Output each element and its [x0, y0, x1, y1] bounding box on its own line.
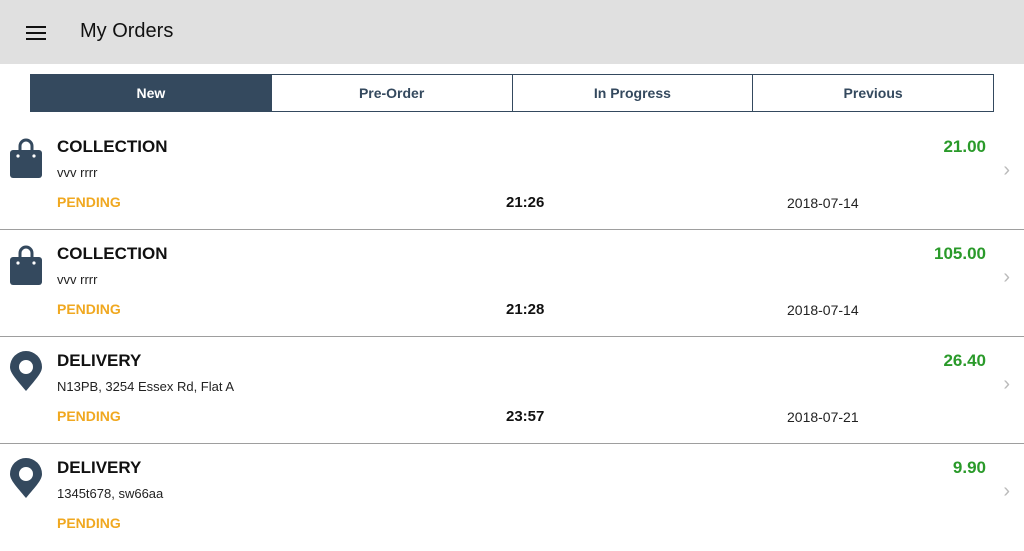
shopping-bag-icon: [10, 245, 42, 285]
order-date: 2018-07-21: [787, 409, 859, 425]
status-badge: PENDING: [57, 515, 121, 531]
order-address: vvv rrrr: [57, 165, 98, 180]
order-time: 23:57: [506, 408, 545, 425]
location-pin-icon: [10, 458, 42, 498]
order-type: COLLECTION: [57, 244, 168, 263]
order-date: 2018-07-14: [787, 302, 859, 318]
order-amount: 21.00: [943, 137, 986, 156]
order-address: 1345t678, sw66aa: [57, 486, 164, 501]
tab-pre-order[interactable]: Pre-Order: [270, 75, 512, 111]
order-address: N13PB, 3254 Essex Rd, Flat A: [57, 379, 235, 394]
menu-icon[interactable]: [26, 26, 46, 40]
chevron-right-icon: ›: [1003, 480, 1010, 502]
order-amount: 9.90: [952, 458, 986, 477]
chevron-right-icon: ›: [1003, 266, 1010, 288]
app-bar: My Orders: [0, 0, 1024, 64]
order-amount: 26.40: [943, 351, 986, 370]
chevron-right-icon: ›: [1003, 159, 1010, 181]
order-address: vvv rrrr: [57, 272, 98, 287]
tab-new[interactable]: New: [31, 75, 271, 111]
order-row[interactable]: COLLECTION vvv rrrr PENDING 21:26 2018-0…: [0, 123, 1024, 230]
page-title: My Orders: [80, 20, 174, 42]
order-row[interactable]: COLLECTION vvv rrrr PENDING 21:28 2018-0…: [0, 230, 1024, 337]
order-date: 2018-07-14: [787, 195, 859, 211]
order-type: COLLECTION: [57, 137, 168, 156]
shopping-bag-icon: [10, 138, 42, 178]
order-amount: 105.00: [934, 244, 986, 263]
status-badge: PENDING: [57, 408, 121, 424]
order-type: DELIVERY: [57, 458, 142, 477]
location-pin-icon: [10, 351, 42, 391]
chevron-right-icon: ›: [1003, 373, 1010, 395]
order-type: DELIVERY: [57, 351, 142, 370]
order-time: 21:28: [506, 301, 545, 318]
tab-in-progress[interactable]: In Progress: [511, 75, 753, 111]
order-tabs: New Pre-Order In Progress Previous: [30, 74, 994, 112]
status-badge: PENDING: [57, 301, 121, 317]
order-time: 21:26: [506, 194, 545, 211]
order-row[interactable]: DELIVERY N13PB, 3254 Essex Rd, Flat A PE…: [0, 337, 1024, 444]
tab-previous[interactable]: Previous: [752, 75, 993, 111]
status-badge: PENDING: [57, 194, 121, 210]
order-row[interactable]: DELIVERY 1345t678, sw66aa PENDING 9.90 ›: [0, 444, 1024, 551]
